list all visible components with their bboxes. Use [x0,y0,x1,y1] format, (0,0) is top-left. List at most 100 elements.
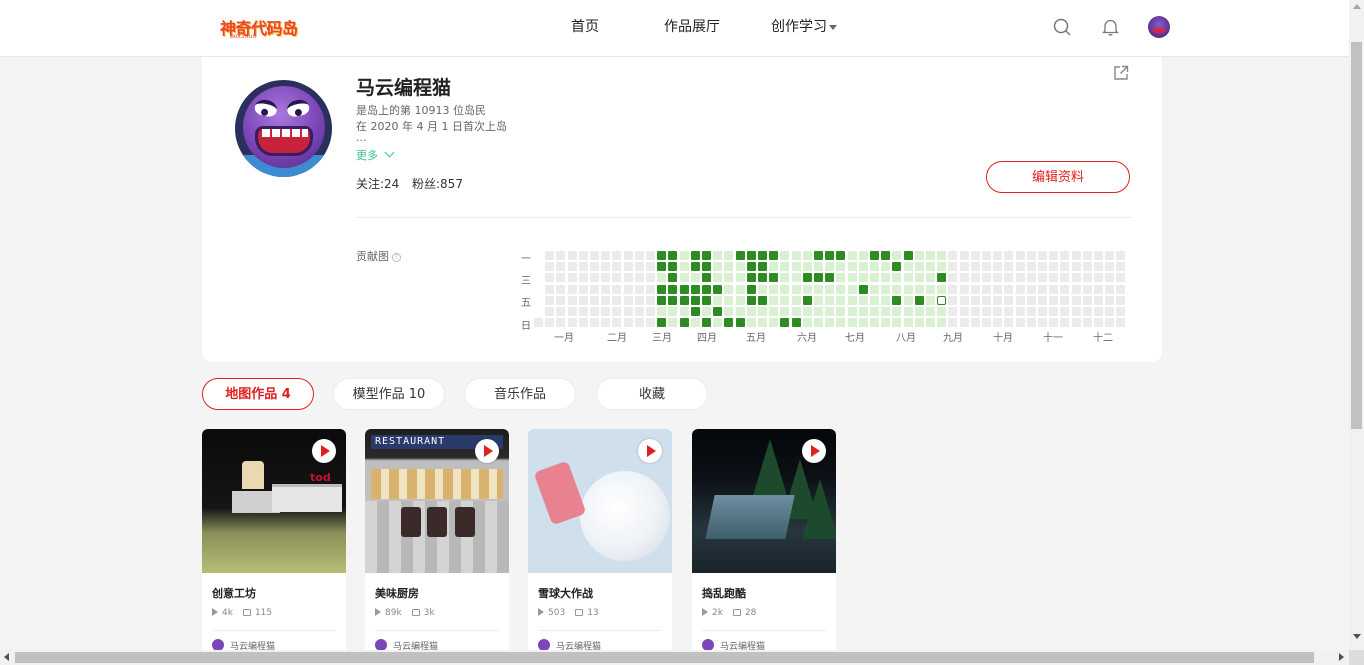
work-title[interactable]: 捣乱跑酷 [702,585,746,601]
heatmap-cell [545,307,555,316]
share-icon[interactable] [1113,65,1129,81]
heatmap-cell [926,284,935,294]
heatmap-cell [746,262,756,272]
heatmap-cell [1015,295,1025,305]
heatmap-cell [578,251,588,260]
vertical-scrollbar[interactable] [1349,0,1364,650]
heatmap-cell [545,251,555,260]
more-toggle[interactable]: 更多 [356,147,395,163]
search-icon[interactable] [1053,18,1071,36]
heatmap-cell [668,251,678,260]
play-count: 503 [548,608,566,618]
heatmap-cell [556,307,566,316]
heatmap-cell [1015,251,1025,260]
heatmap-cell [914,251,924,260]
heatmap-cell [1071,318,1081,328]
heatmap-cell [601,318,611,328]
heatmap-cell [881,295,891,305]
heatmap-cell [1049,307,1059,316]
heatmap-cell [836,273,846,283]
heatmap-cell [993,318,1003,328]
heatmap-cell [623,284,633,294]
heatmap-cell [1026,284,1036,294]
heatmap-cell [634,273,644,283]
scroll-up-arrow-icon[interactable] [1353,4,1361,9]
site-logo[interactable]: 神奇代码岛 box3.fun [220,15,298,41]
heatmap-cell [679,273,689,283]
heatmap-cell [870,307,879,316]
work-title[interactable]: 美味厨房 [375,585,419,601]
user-avatar[interactable] [1148,16,1170,38]
weekday-label: 日 [521,321,531,332]
edit-profile-button[interactable]: 编辑资料 [986,161,1130,193]
bio-islander-number: 是岛上的第 10913 位岛民 [356,104,486,117]
comment-icon [732,609,741,616]
heatmap-cell [690,273,700,283]
heatmap-cell [713,318,723,328]
heatmap-cell [937,284,947,294]
comment-icon [411,609,420,616]
heatmap-cell [1004,273,1014,283]
help-icon[interactable]: ? [392,253,401,262]
heatmap-cell [634,262,644,272]
comment-count: 3k [423,608,435,618]
heatmap-cell [836,295,846,305]
nav-works-gallery[interactable]: 作品展厅 [664,16,720,36]
work-card[interactable]: 捣乱跑酷 2k 28 马云编程猫 [692,429,836,665]
work-card[interactable]: 雪球大作战 503 13 马云编程猫 [528,429,672,665]
tab-map-works[interactable]: 地图作品 4 [202,378,314,410]
heatmap-cell [1038,295,1047,305]
heatmap-cell [858,284,868,294]
heatmap-cell [970,262,980,272]
heatmap-cell [959,273,969,283]
heatmap-cell [847,262,857,272]
work-title[interactable]: 创意工坊 [212,585,256,601]
horizontal-scroll-thumb[interactable] [15,652,1314,663]
heatmap-cell [1015,318,1025,328]
tab-music-works[interactable]: 音乐作品 [464,378,576,410]
heatmap-cell [646,318,655,328]
vertical-scroll-thumb[interactable] [1351,42,1362,429]
heatmap-cell [825,307,835,316]
heatmap-cell [814,295,823,305]
bell-icon[interactable] [1102,18,1119,36]
tab-model-works[interactable]: 模型作品 10 [333,378,445,410]
heatmap-cell [724,318,734,328]
work-card[interactable]: RESTAURANT 美味厨房 89k 3k 马云编程猫 [365,429,509,665]
heatmap-cell [847,251,857,260]
heatmap-cell [892,273,902,283]
heatmap-cell [791,251,801,260]
fans-count[interactable]: 粉丝:857 [412,175,463,192]
heatmap-cell [623,273,633,283]
play-icon[interactable] [638,439,662,463]
horizontal-scrollbar[interactable] [0,650,1349,665]
nav-home[interactable]: 首页 [571,16,599,36]
heatmap-cell [791,273,801,283]
heatmap-cell [1060,295,1070,305]
heatmap-cell [724,273,734,283]
heatmap-cell [926,307,935,316]
tab-favorites[interactable]: 收藏 [596,378,708,410]
heatmap-cell [1049,251,1059,260]
work-card[interactable]: tod 创意工坊 4k 115 马云编程猫 [202,429,346,665]
heatmap-cell [1060,273,1070,283]
play-icon[interactable] [475,439,499,463]
nav-create-learn[interactable]: 创作学习 [771,16,837,36]
heatmap-cell [702,273,711,283]
scroll-right-arrow-icon[interactable] [1339,653,1344,661]
play-icon[interactable] [802,439,826,463]
heatmap-cell [948,318,958,328]
following-count[interactable]: 关注:24 [356,175,399,192]
top-navigation-bar: 神奇代码岛 box3.fun 首页 作品展厅 创作学习 [0,0,1349,57]
scroll-left-arrow-icon[interactable] [4,653,9,661]
work-title[interactable]: 雪球大作战 [538,585,593,601]
heatmap-cell [623,251,633,260]
heatmap-cell [802,295,812,305]
heatmap-cell [623,318,633,328]
scroll-down-arrow-icon[interactable] [1353,634,1361,639]
heatmap-cell [724,295,734,305]
heatmap-cell [937,295,947,305]
heatmap-cell [1015,307,1025,316]
play-icon[interactable] [312,439,336,463]
work-stats: 2k 28 [702,608,756,618]
